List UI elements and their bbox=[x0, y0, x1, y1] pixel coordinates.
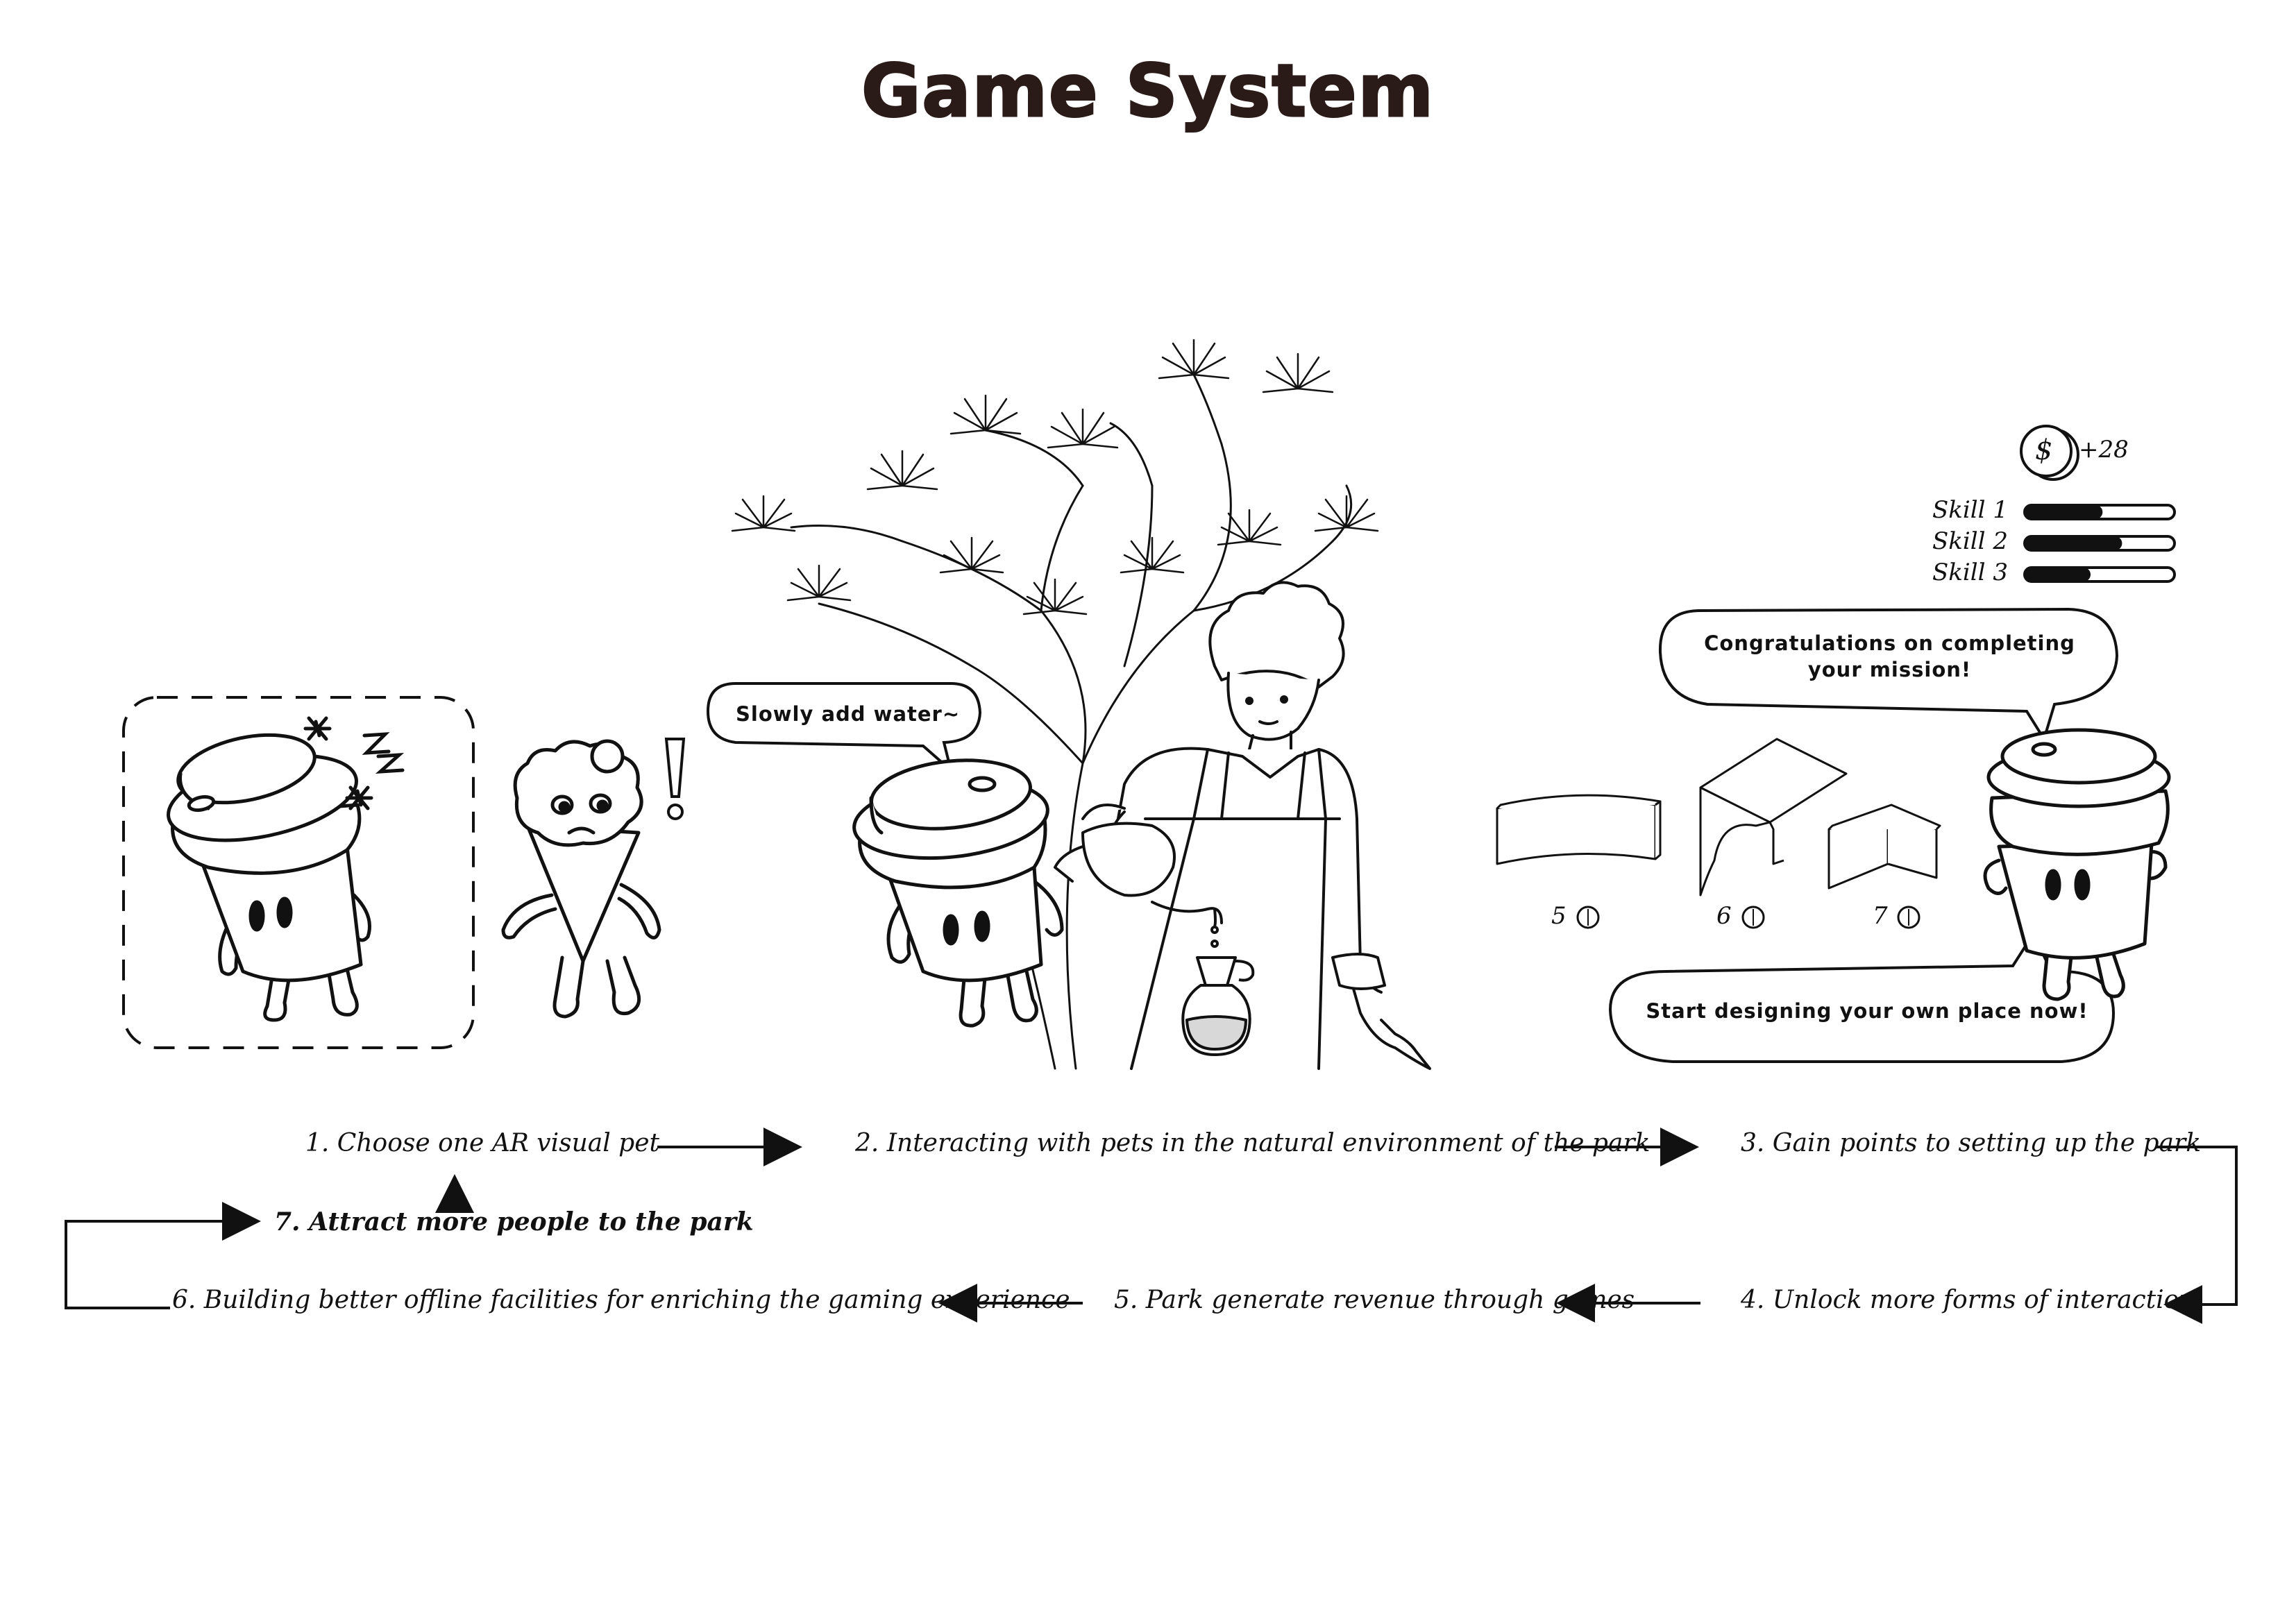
skill-bar-fill bbox=[2025, 505, 2103, 519]
ice-cream-pet bbox=[501, 739, 661, 1019]
step-3-label: 3. Gain points to setting up the park bbox=[1741, 1129, 2202, 1157]
arrow-3-to-4 bbox=[2156, 1146, 2238, 1324]
step-7-label: 7. Attract more people to the park bbox=[274, 1207, 754, 1237]
exclamation-icon bbox=[664, 738, 686, 820]
step-2-label: 2. Interacting with pets in the natural … bbox=[855, 1129, 1651, 1157]
facility-shelter[interactable] bbox=[1699, 738, 1848, 897]
coin-gain-label: +28 bbox=[2079, 436, 2129, 464]
step-4-label: 4. Unlock more forms of interaction bbox=[1741, 1286, 2195, 1314]
speech-bubble-water bbox=[706, 682, 982, 774]
facility-bench-curved[interactable] bbox=[1496, 794, 1662, 865]
pour-over-coffee bbox=[1181, 908, 1255, 1056]
skill-label-2: Skill 2 bbox=[1932, 527, 2008, 555]
game-system-page: Game System Slowly add water~ Congratula… bbox=[0, 0, 2296, 1623]
step-6-label: 6. Building better offline facilities fo… bbox=[172, 1286, 1070, 1314]
design-bubble-text[interactable]: Start designing your own place now! bbox=[1624, 999, 2110, 1023]
facility-price-3: 7 bbox=[1873, 902, 1888, 930]
water-bubble-text: Slowly add water~ bbox=[736, 702, 961, 726]
facility-wall-corner[interactable] bbox=[1827, 804, 1941, 890]
facility-price-2: 6 bbox=[1716, 902, 1732, 930]
cup-pet-sleepy bbox=[167, 733, 371, 1022]
skill-label-1: Skill 1 bbox=[1932, 496, 2008, 524]
skill-bars bbox=[2023, 504, 2176, 583]
cup-pet-celebrating bbox=[1983, 728, 2171, 1001]
skill-bar-fill bbox=[2025, 536, 2122, 550]
cup-pet-watering bbox=[852, 758, 1064, 1028]
coin-symbol: $ bbox=[2035, 434, 2053, 466]
skill-label-3: Skill 3 bbox=[1932, 559, 2008, 586]
step-5-label: 5. Park generate revenue through games bbox=[1114, 1286, 1635, 1314]
skill-bar-fill bbox=[2025, 568, 2091, 581]
price-coin-icon bbox=[1576, 906, 1921, 929]
facility-price-1: 5 bbox=[1551, 902, 1567, 930]
illustration-canvas bbox=[65, 339, 2238, 1324]
step-1-label: 1. Choose one AR visual pet bbox=[305, 1129, 659, 1157]
congrats-bubble-line2: your mission! bbox=[1807, 658, 1972, 681]
congrats-bubble-line1: Congratulations on completing bbox=[1704, 631, 2075, 655]
